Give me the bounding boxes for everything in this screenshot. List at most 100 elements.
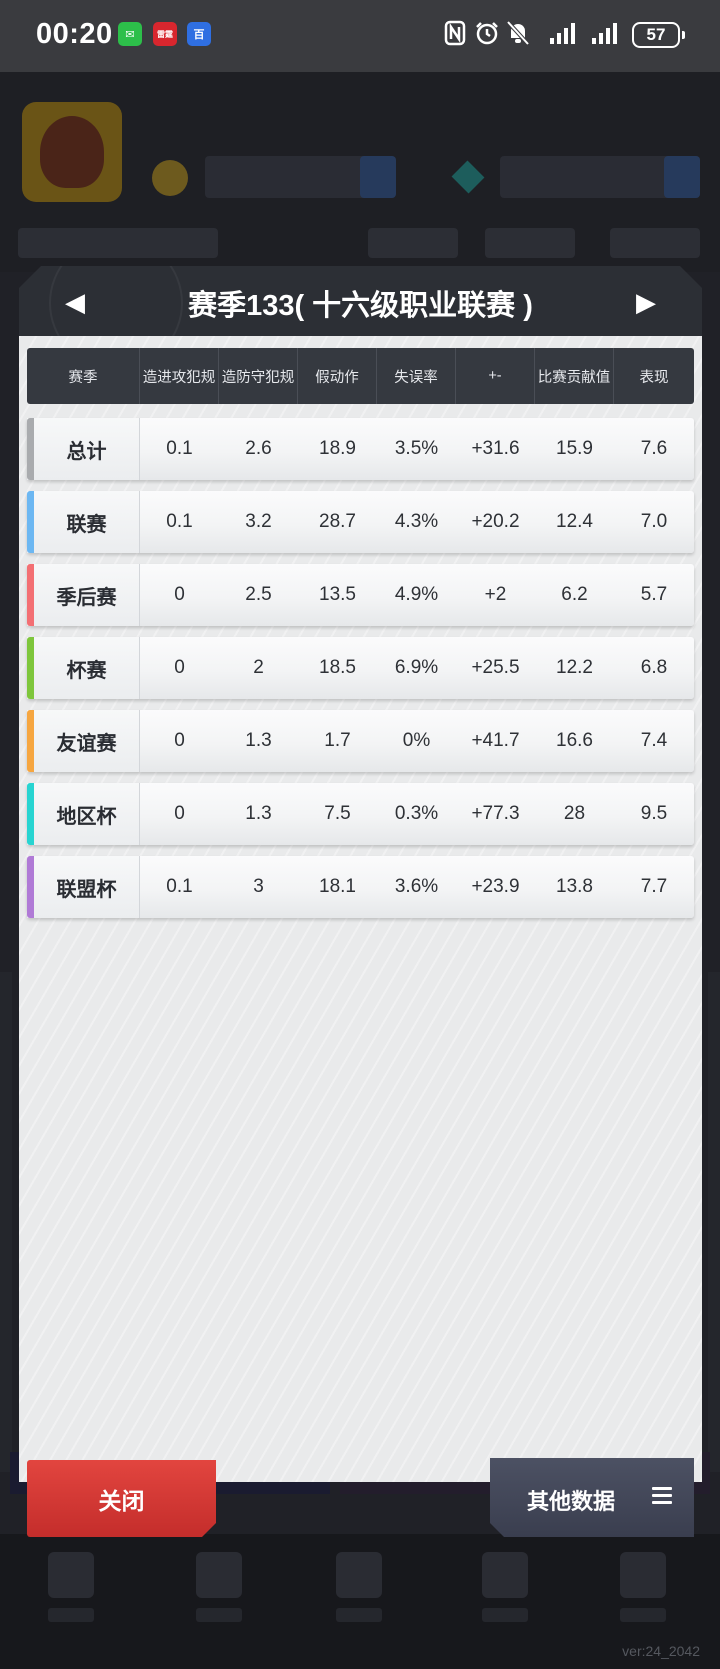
wechat-icon: ✉ xyxy=(118,22,142,46)
table-row: 总计 0.1 2.6 18.9 3.5% +31.6 15.9 7.6 xyxy=(27,418,694,480)
gem-add-button xyxy=(664,156,700,198)
mute-bell-icon xyxy=(506,20,530,53)
stats-rows: 总计 0.1 2.6 18.9 3.5% +31.6 15.9 7.6 联赛 0.1 3.2 28.7… xyxy=(27,418,694,929)
bg-tab-label xyxy=(48,1608,94,1622)
table-cell: 18.5 xyxy=(319,657,356,678)
news-app-icon: 雷霆 xyxy=(153,22,177,46)
table-row: 季后赛 0 2.5 13.5 4.9% +2 6.2 5.7 xyxy=(27,564,694,626)
column-header: 假动作 xyxy=(298,348,377,404)
table-cell: +41.7 xyxy=(471,730,520,751)
row-accent-bar xyxy=(27,856,34,918)
nfc-icon xyxy=(444,20,466,53)
table-cell: 0 xyxy=(174,657,185,678)
signal-icon-2 xyxy=(588,20,624,53)
table-cell: 13.8 xyxy=(556,876,593,897)
other-data-button[interactable]: 其他数据 xyxy=(490,1458,694,1537)
table-cell: +20.2 xyxy=(471,511,520,532)
table-cell: 0 xyxy=(174,730,185,751)
table-cell: 1.3 xyxy=(245,730,272,751)
bg-tab-icon xyxy=(482,1552,528,1598)
column-header: 表现 xyxy=(639,369,669,386)
table-cell: 0 xyxy=(174,803,185,824)
version-label: ver:24_2042 xyxy=(622,1643,700,1659)
table-row: 地区杯 0 1.3 7.5 0.3% +77.3 28 9.5 xyxy=(27,783,694,845)
table-cell: 4.9% xyxy=(394,584,439,605)
table-cell: 7.0 xyxy=(640,511,668,532)
table-cell: 1.3 xyxy=(245,803,272,824)
signal-icon-1 xyxy=(540,20,580,53)
column-header: +- xyxy=(456,348,535,404)
table-row: 联盟杯 0.1 3 18.1 3.6% +23.9 13.8 7.7 xyxy=(27,856,694,918)
table-cell: 6.2 xyxy=(561,584,588,605)
status-bar: 00:20 ✉ 雷霆 百 57 xyxy=(0,0,720,72)
table-cell: 6.9% xyxy=(394,657,439,678)
table-cell: 4.3% xyxy=(394,511,439,532)
table-cell: 13.5 xyxy=(319,584,356,605)
table-cell: 9.5 xyxy=(640,803,668,824)
table-cell: 16.6 xyxy=(556,730,593,751)
table-cell: 3 xyxy=(253,876,264,897)
row-accent-bar xyxy=(27,491,34,553)
table-header: 赛季 造进攻犯规 造防守犯规 假动作 失误率 +- 比赛贡献值 表现 xyxy=(27,348,694,404)
table-cell: 1.7 xyxy=(324,730,351,751)
table-row: 联赛 0.1 3.2 28.7 4.3% +20.2 12.4 7.0 xyxy=(27,491,694,553)
table-cell: 28.7 xyxy=(319,511,356,532)
column-header: 造防守犯规 xyxy=(219,348,298,404)
bg-menu-block xyxy=(18,228,218,258)
row-label: 季后赛 xyxy=(27,564,140,626)
baidu-icon: 百 xyxy=(187,22,211,46)
row-label: 地区杯 xyxy=(27,783,140,845)
column-header: 失误率 xyxy=(377,348,456,404)
status-time: 00:20 xyxy=(36,18,113,50)
season-stats-modal: ◀ 赛季133( 十六级职业联赛 ) ▶ 赛季 造进攻犯规 造防守犯规 假动作 … xyxy=(19,266,702,1537)
coin-icon xyxy=(152,160,188,196)
table-cell: 7.4 xyxy=(640,730,668,751)
table-cell: 3.2 xyxy=(245,511,272,532)
bg-menu-block xyxy=(485,228,575,258)
bg-tab-icon xyxy=(336,1552,382,1598)
modal-title: 赛季133( 十六级职业联赛 ) xyxy=(188,290,533,322)
table-cell: 0.1 xyxy=(166,876,193,897)
bg-side-strip xyxy=(708,972,720,1472)
table-cell: 0.1 xyxy=(166,511,193,532)
column-header: 赛季 xyxy=(27,348,140,404)
background-header xyxy=(0,72,720,272)
battery-icon: 57 xyxy=(632,22,685,48)
team-logo xyxy=(22,102,122,202)
row-accent-bar xyxy=(27,418,34,480)
bg-tab-icon xyxy=(620,1552,666,1598)
row-label: 杯赛 xyxy=(27,637,140,699)
alarm-icon xyxy=(474,20,500,53)
bg-tab-label xyxy=(196,1608,242,1622)
table-cell: 7.5 xyxy=(324,803,351,824)
column-header: 比赛贡献值 xyxy=(535,348,614,404)
table-cell: 28 xyxy=(563,803,586,824)
row-accent-bar xyxy=(27,564,34,626)
table-cell: 7.7 xyxy=(640,876,668,897)
bg-tab-label xyxy=(620,1608,666,1622)
close-button[interactable]: 关闭 xyxy=(27,1460,216,1537)
table-cell: 5.7 xyxy=(640,584,668,605)
table-cell: +31.6 xyxy=(471,438,520,459)
table-cell: 0 xyxy=(174,584,185,605)
next-season-arrow-icon[interactable]: ▶ xyxy=(628,284,664,320)
table-cell: 18.9 xyxy=(319,438,356,459)
table-cell: 3.5% xyxy=(394,438,439,459)
table-cell: 12.4 xyxy=(556,511,593,532)
table-cell: 15.9 xyxy=(556,438,593,459)
previous-season-arrow-icon[interactable]: ◀ xyxy=(57,284,93,320)
table-row: 杯赛 0 2 18.5 6.9% +25.5 12.2 6.8 xyxy=(27,637,694,699)
table-cell: 0% xyxy=(402,730,431,751)
table-cell: +77.3 xyxy=(471,803,520,824)
table-cell: +25.5 xyxy=(471,657,520,678)
table-row: 友谊赛 0 1.3 1.7 0% +41.7 16.6 7.4 xyxy=(27,710,694,772)
row-accent-bar xyxy=(27,710,34,772)
bg-side-strip xyxy=(0,972,12,1472)
modal-body: 赛季 造进攻犯规 造防守犯规 假动作 失误率 +- 比赛贡献值 表现 总计 0.1… xyxy=(19,336,702,1537)
other-data-label: 其他数据 xyxy=(527,1489,616,1514)
table-cell: +2 xyxy=(484,584,507,605)
row-label: 总计 xyxy=(27,418,140,480)
coin-add-button xyxy=(360,156,396,198)
column-header: 造进攻犯规 xyxy=(140,348,219,404)
table-cell: 18.1 xyxy=(319,876,356,897)
